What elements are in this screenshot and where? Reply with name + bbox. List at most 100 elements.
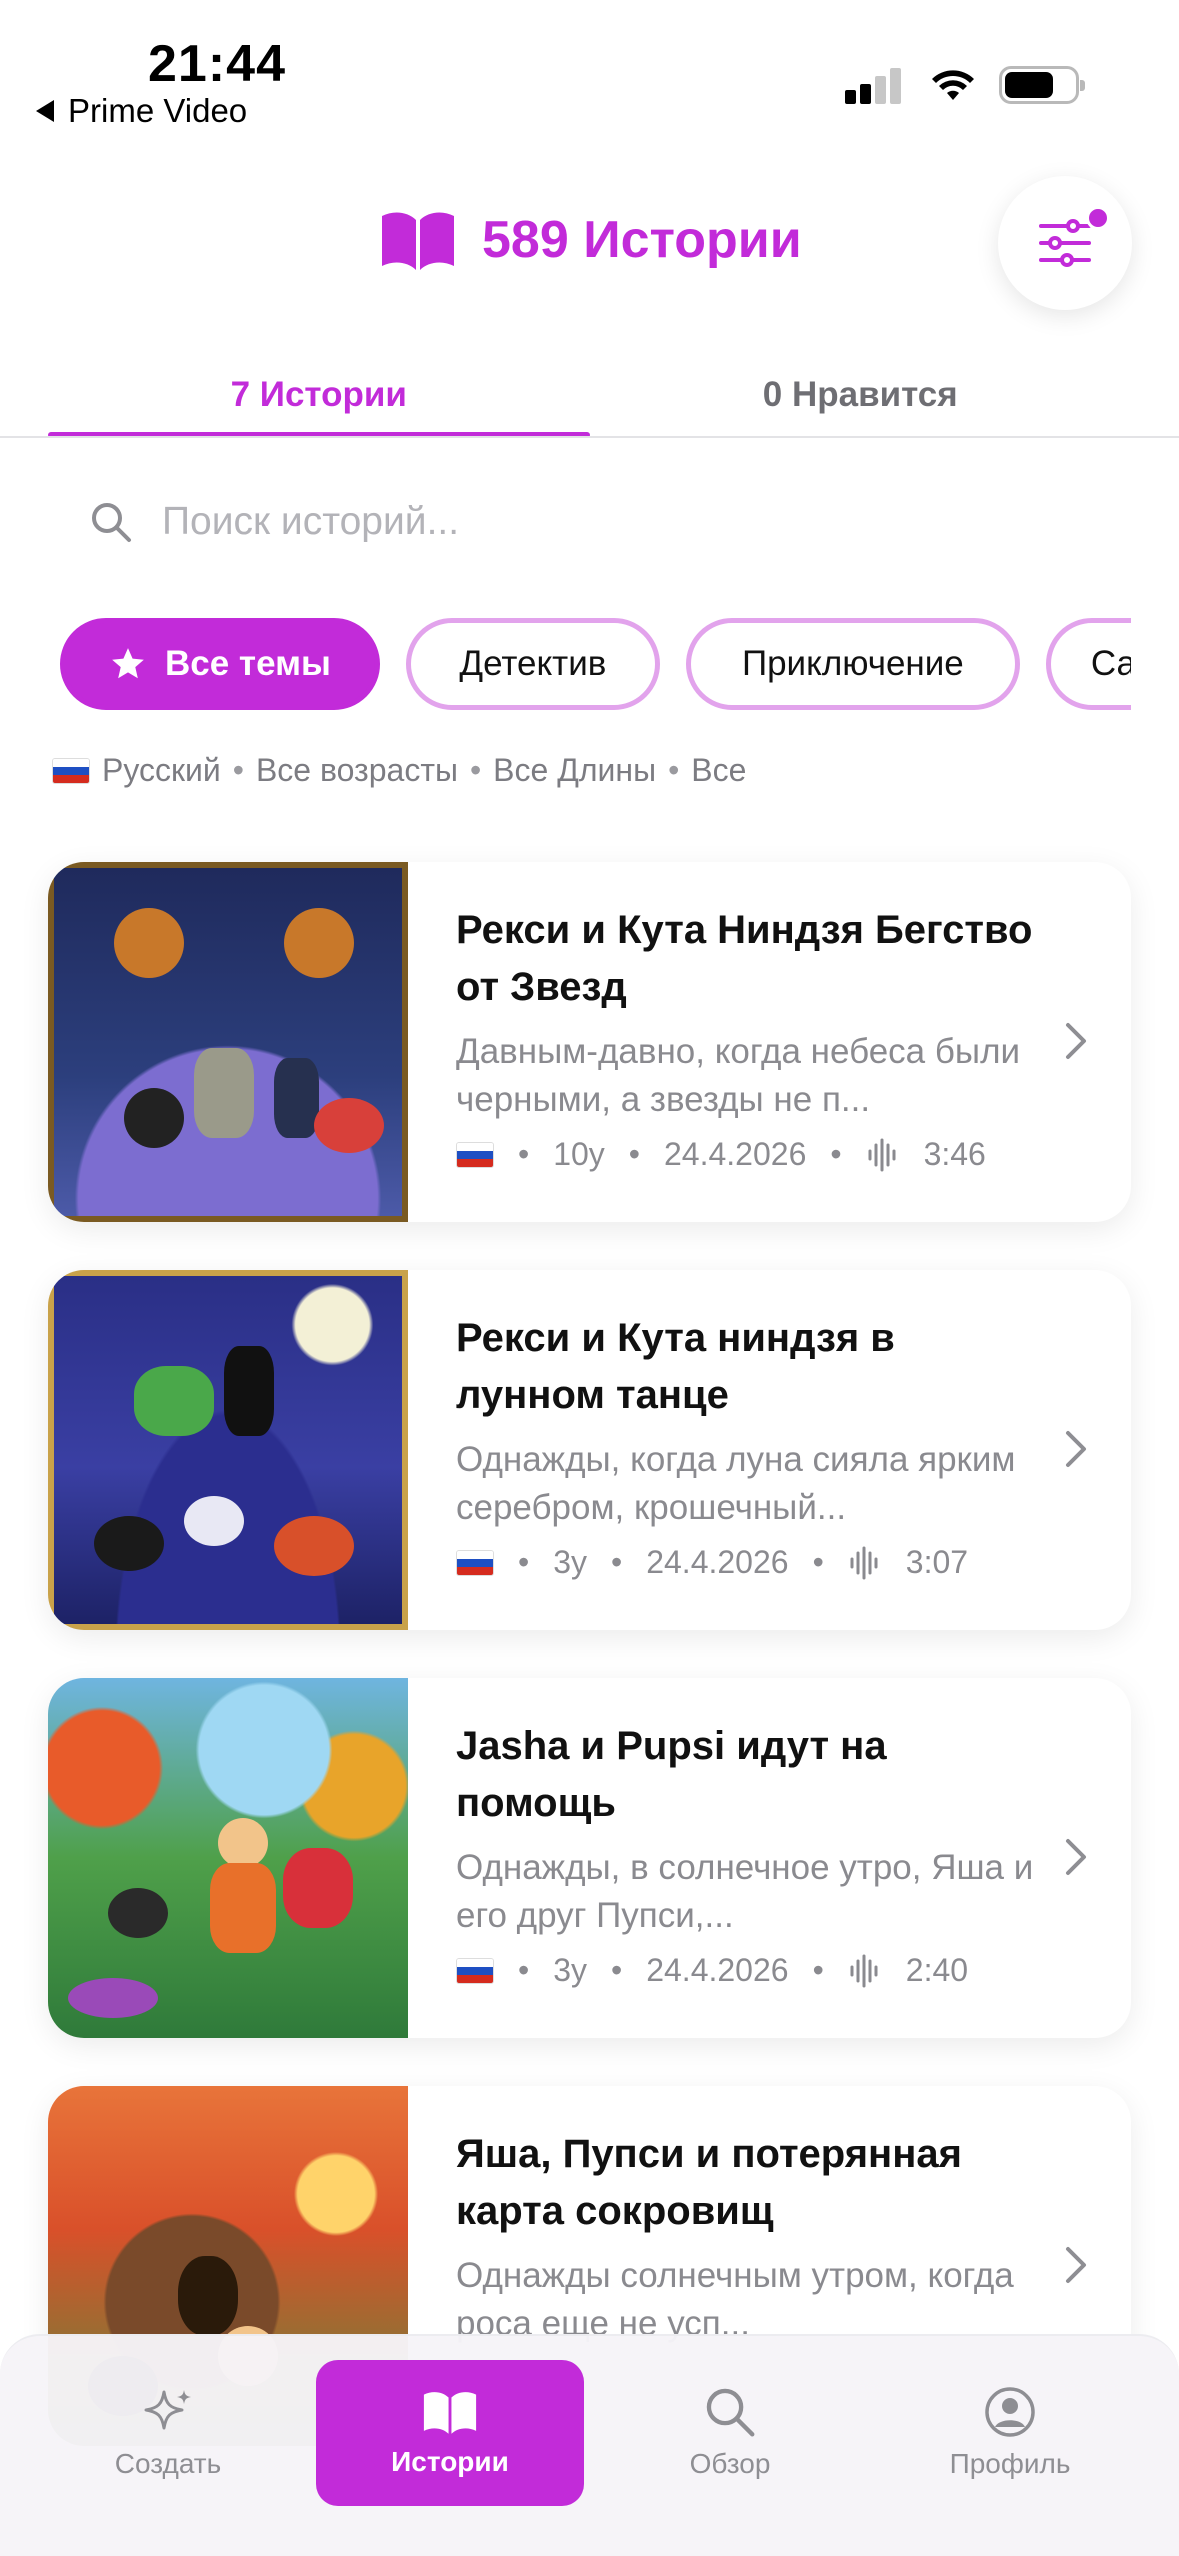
story-age: 3y <box>553 1544 587 1580</box>
status-icons <box>845 66 1085 104</box>
profile-icon <box>985 2387 1035 2437</box>
chevron-right-icon <box>1066 1431 1086 1467</box>
separator: • <box>611 1952 623 1988</box>
back-app-label: Prime Video <box>68 92 248 129</box>
story-thumbnail <box>48 862 408 1222</box>
story-tabs: 7 Истории 0 Нравится <box>48 354 1132 438</box>
wifi-icon <box>932 70 974 100</box>
back-triangle-icon <box>36 100 54 122</box>
tab-likes[interactable]: 0 Нравится <box>590 354 1132 436</box>
chip-detective[interactable]: Детектив <box>405 618 660 710</box>
filter-ages: Все возрасты <box>255 752 458 788</box>
story-card-body: Рекси и Кута ниндзя в лунном танце Однаж… <box>408 1270 1131 1630</box>
nav-stories[interactable]: Истории <box>316 2360 584 2506</box>
chip-adventure[interactable]: Приключение <box>685 618 1020 710</box>
nav-label: Истории <box>391 2446 509 2477</box>
topic-chips: Все темы Детектив Приключение Са <box>60 618 1131 714</box>
search-bar <box>90 500 862 544</box>
sparkles-icon <box>144 2390 191 2430</box>
separator: • <box>518 1544 530 1580</box>
nav-label: Профиль <box>949 2448 1071 2479</box>
book-icon <box>382 212 454 270</box>
chevron-right-icon <box>1066 2247 1086 2283</box>
russian-flag-icon <box>456 1957 494 1984</box>
separator: • <box>518 1952 530 1988</box>
chip-label: Детектив <box>459 644 607 683</box>
story-description: Однажды, в солнечное утро, Яша и его дру… <box>456 1848 1034 1935</box>
bottom-tab-bar: Создать Истории Обзор Профиль <box>0 2334 1179 2556</box>
russian-flag-icon <box>52 757 90 784</box>
audio-waveform-icon <box>850 1546 878 1579</box>
chip-label: Са <box>1090 644 1131 683</box>
story-thumbnail <box>48 1270 408 1630</box>
story-title: Рекси и Кута ниндзя в лунном танце <box>456 1316 895 1417</box>
story-title: Рекси и Кута Ниндзя Бегство от Звезд <box>456 908 1033 1009</box>
separator: • <box>812 1952 824 1988</box>
page-title: 589 Истории <box>378 208 802 272</box>
story-card[interactable]: Рекси и Кута ниндзя в лунном танце Однаж… <box>48 1270 1131 1630</box>
story-age: 10y <box>553 1136 605 1172</box>
story-title: Яша, Пупси и потерянная карта сокровищ <box>456 2132 962 2233</box>
story-meta: • 10y • 24.4.2026 • 3:46 <box>456 1136 1051 1173</box>
active-filters-summary[interactable]: Русский • Все возрасты • Все Длины • Все <box>52 752 746 789</box>
russian-flag-icon <box>456 1141 494 1168</box>
story-duration: 3:46 <box>923 1136 986 1172</box>
story-meta: • 3y • 24.4.2026 • 2:40 <box>456 1952 1051 1989</box>
separator: • <box>812 1544 824 1580</box>
separator: • <box>830 1136 842 1172</box>
book-icon <box>423 2392 477 2434</box>
search-input[interactable] <box>162 500 862 544</box>
status-time: 21:44 <box>148 35 286 93</box>
story-card-body: Рекси и Кута Ниндзя Бегство от Звезд Дав… <box>408 862 1131 1222</box>
story-card[interactable]: Jasha и Pupsi идут на помощь Однажды, в … <box>48 1678 1131 2038</box>
separator: • <box>518 1136 530 1172</box>
filter-language: Русский <box>102 752 221 788</box>
nav-create[interactable]: Создать <box>34 2360 302 2506</box>
star-icon <box>112 648 144 679</box>
chip-all-topics[interactable]: Все темы <box>60 618 380 710</box>
story-date: 24.4.2026 <box>664 1136 807 1172</box>
story-duration: 2:40 <box>905 1952 969 1988</box>
search-icon <box>706 2388 755 2437</box>
separator: • <box>628 1136 640 1172</box>
story-date: 24.4.2026 <box>646 1952 789 1988</box>
filter-button[interactable] <box>998 176 1132 310</box>
nav-profile[interactable]: Профиль <box>876 2360 1144 2506</box>
separator: • <box>668 752 680 788</box>
story-card-body: Jasha и Pupsi идут на помощь Однажды, в … <box>408 1678 1131 2038</box>
separator: • <box>232 752 244 788</box>
chevron-right-icon <box>1066 1839 1086 1875</box>
story-age: 3y <box>553 1952 587 1988</box>
nav-explore[interactable]: Обзор <box>596 2360 864 2506</box>
back-to-app-link[interactable]: Prime Video <box>36 92 247 130</box>
filter-lengths: Все Длины <box>493 752 657 788</box>
stories-count-title: 589 Истории <box>482 211 802 269</box>
separator: • <box>611 1544 623 1580</box>
audio-waveform-icon <box>868 1138 896 1171</box>
sliders-icon <box>1039 219 1091 267</box>
tab-stories[interactable]: 7 Истории <box>48 354 590 438</box>
story-duration: 3:07 <box>905 1544 969 1580</box>
story-card[interactable]: Рекси и Кута Ниндзя Бегство от Звезд Дав… <box>48 862 1131 1222</box>
battery-icon <box>999 66 1085 104</box>
story-description: Давным-давно, когда небеса были черными,… <box>456 1032 1021 1119</box>
chip-label: Все темы <box>165 644 331 683</box>
separator: • <box>469 752 482 788</box>
nav-label: Создать <box>114 2448 222 2479</box>
story-date: 24.4.2026 <box>646 1544 789 1580</box>
chip-label: Приключение <box>741 644 964 683</box>
story-description: Однажды, когда луна сияла ярким серебром… <box>456 1440 1016 1527</box>
cellular-signal-icon <box>845 66 907 104</box>
story-thumbnail <box>48 1678 408 2038</box>
russian-flag-icon <box>456 1549 494 1576</box>
filter-active-badge <box>1086 206 1110 230</box>
tabs-divider <box>0 436 1179 438</box>
audio-waveform-icon <box>850 1954 878 1987</box>
nav-label: Обзор <box>689 2448 771 2479</box>
chip-partial[interactable]: Са <box>1045 618 1131 710</box>
story-meta: • 3y • 24.4.2026 • 3:07 <box>456 1544 1051 1581</box>
story-title: Jasha и Pupsi идут на помощь <box>456 1724 887 1825</box>
filter-other: Все <box>691 752 747 788</box>
chevron-right-icon <box>1066 1023 1086 1059</box>
search-icon <box>92 503 131 542</box>
